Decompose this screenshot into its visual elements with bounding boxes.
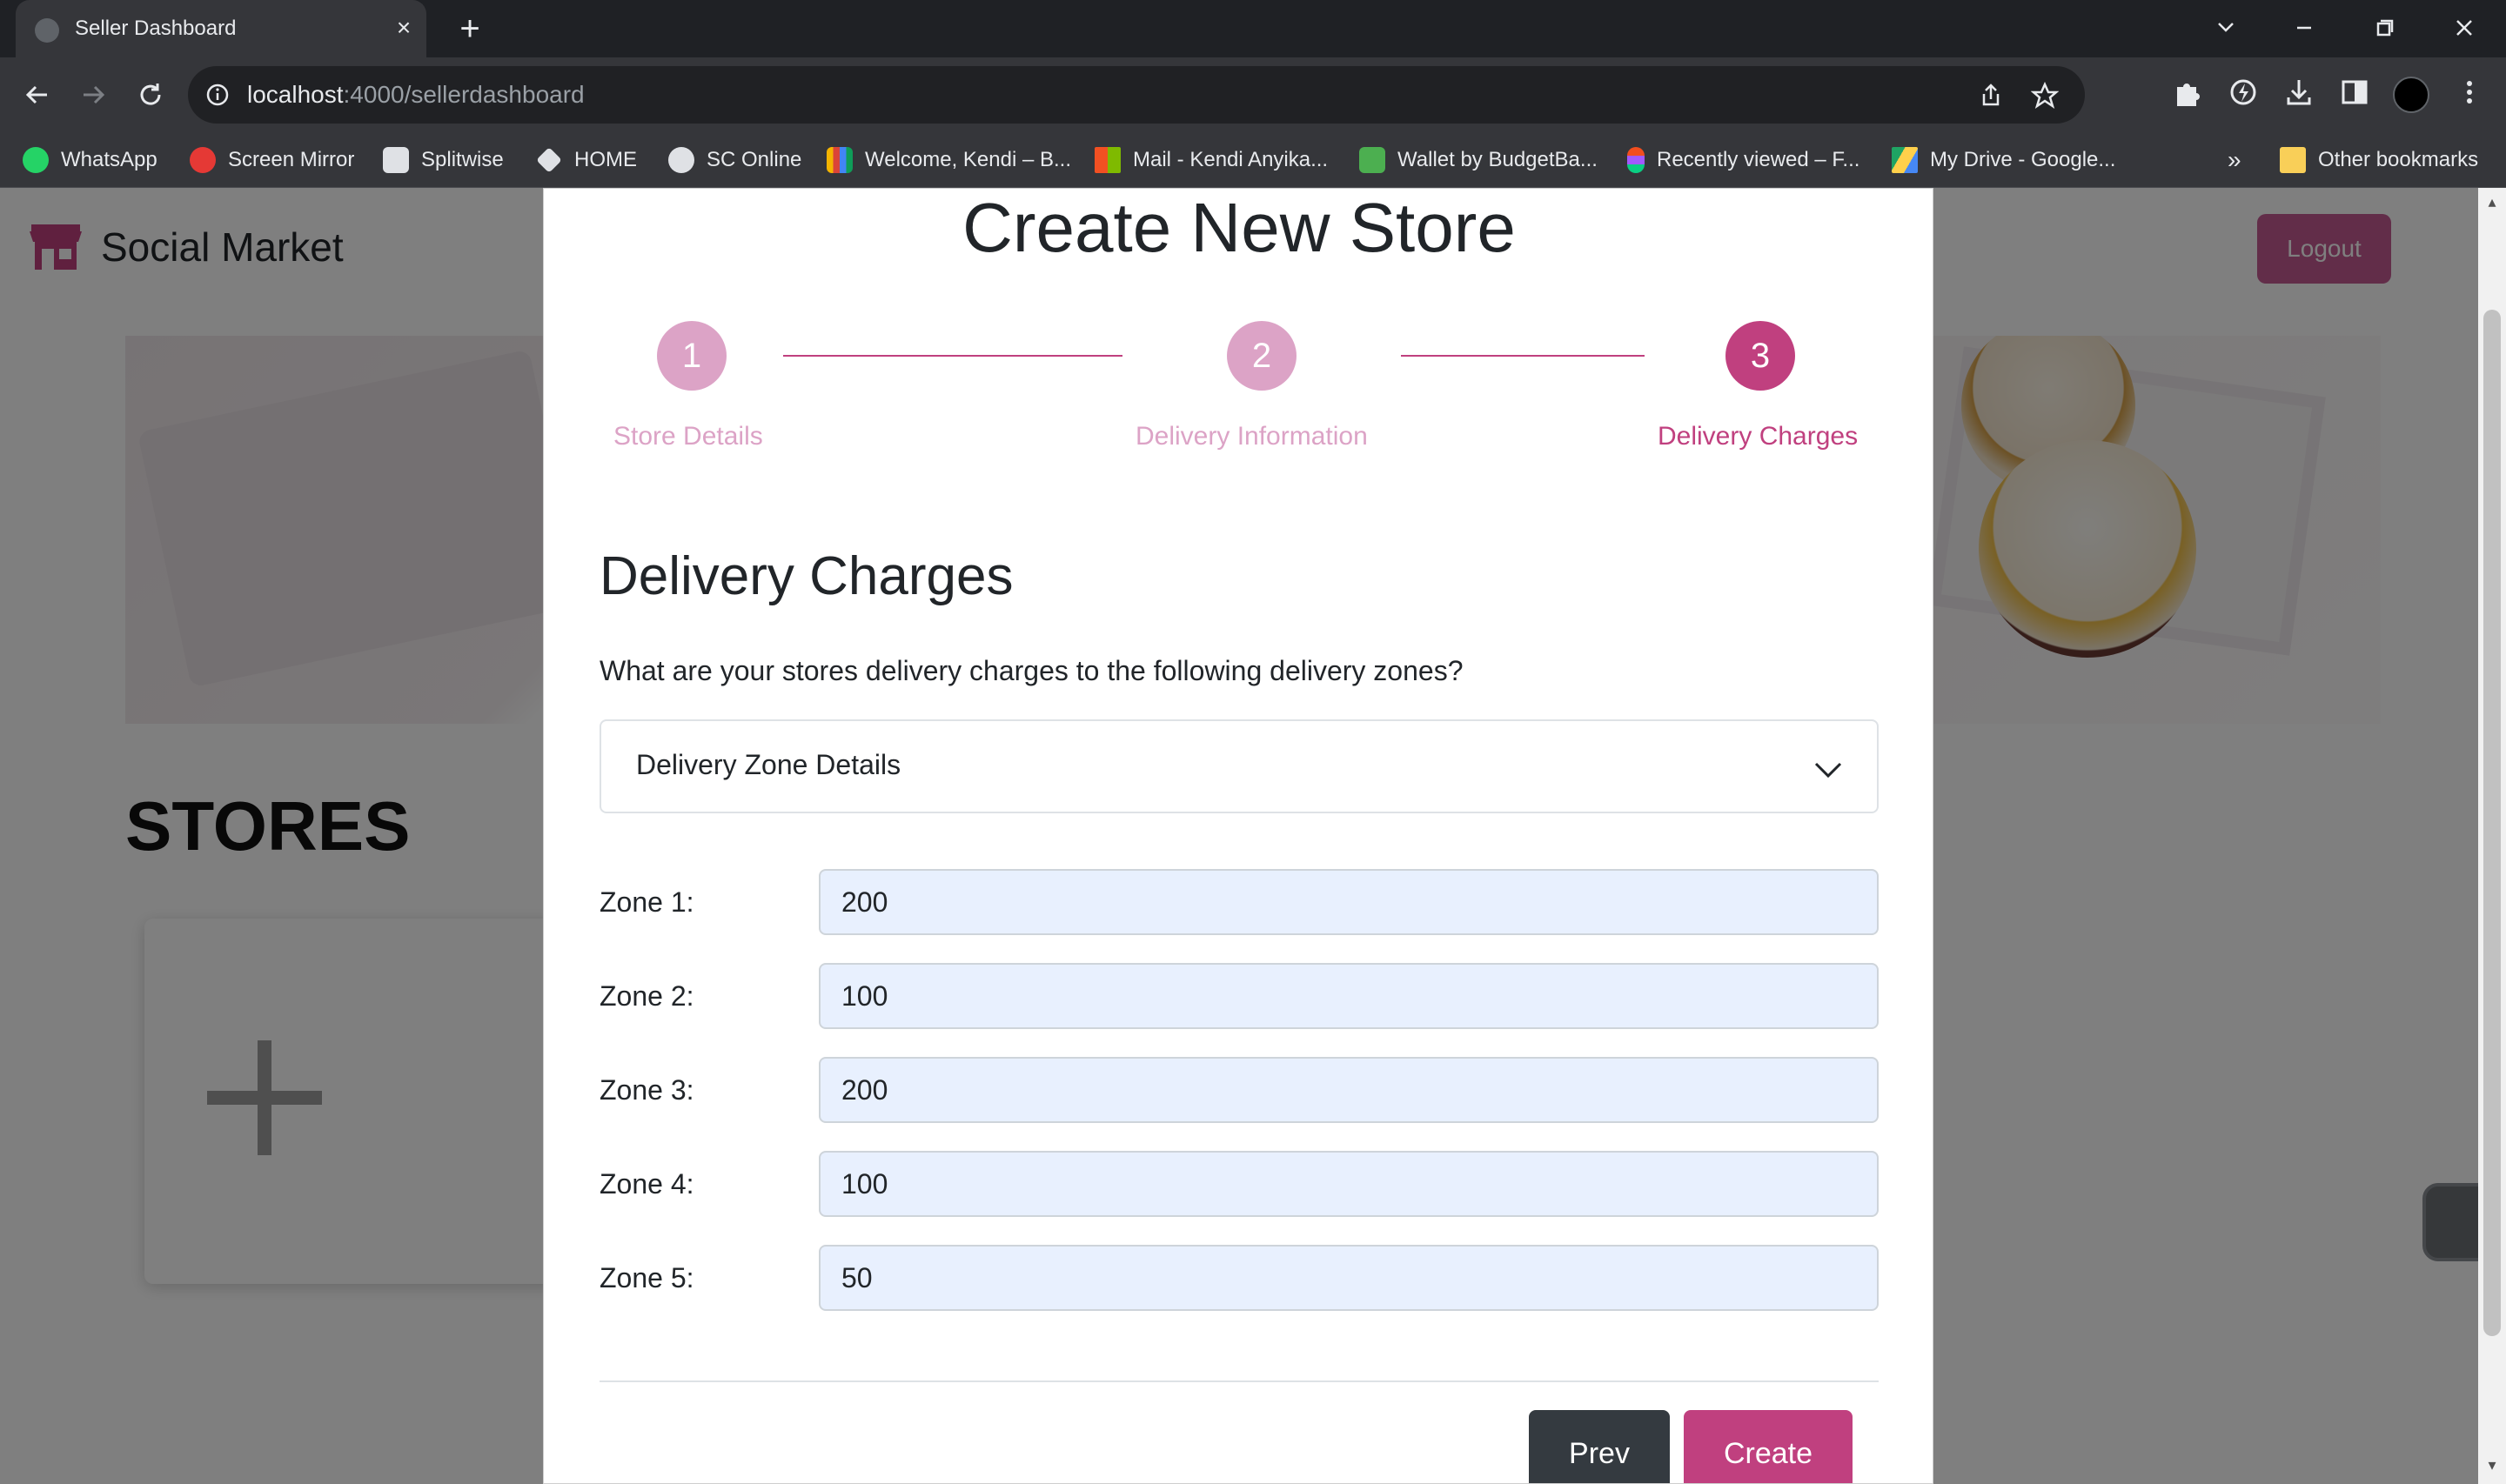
zone-4-charge-input[interactable] — [819, 1151, 1879, 1217]
chevron-down-icon — [1814, 762, 1842, 779]
address-bar[interactable]: localhost:4000/sellerdashboard — [188, 66, 2085, 124]
menu-kebab-icon[interactable] — [2452, 75, 2487, 110]
extensions-puzzle-icon[interactable] — [2170, 75, 2205, 110]
bookmark-welcome-kendi[interactable]: Welcome, Kendi – B... — [827, 144, 1071, 176]
step-2-indicator[interactable]: 2 — [1227, 321, 1297, 391]
bookmark-splitwise[interactable]: Splitwise — [383, 144, 504, 176]
zone-5-charge-input[interactable] — [819, 1245, 1879, 1311]
accordion-label: Delivery Zone Details — [636, 749, 901, 780]
zone-2-charge-input[interactable] — [819, 963, 1879, 1029]
bar-chart-icon — [827, 147, 853, 173]
home-icon — [536, 147, 562, 173]
tab-strip: Seller Dashboard × + — [0, 0, 2506, 57]
folder-icon — [2280, 147, 2306, 173]
section-title: Delivery Charges — [600, 546, 1014, 606]
step-1-label: Store Details — [613, 422, 763, 451]
browser-tab[interactable]: Seller Dashboard × — [16, 0, 426, 57]
extension-icon[interactable] — [2226, 75, 2261, 110]
zone-5-label: Zone 5: — [600, 1262, 694, 1293]
page-scrollbar[interactable]: ▴ ▾ — [2478, 188, 2506, 1484]
zone-1-label: Zone 1: — [600, 886, 694, 918]
bookmark-sc-online[interactable]: SC Online — [668, 144, 801, 176]
new-tab-icon[interactable]: + — [452, 11, 487, 47]
globe-icon — [668, 147, 694, 173]
step-2-label: Delivery Information — [1136, 422, 1368, 451]
delivery-zone-details-accordion[interactable]: Delivery Zone Details — [600, 719, 1879, 813]
zone-1-charge-input[interactable] — [819, 869, 1879, 935]
footer-divider — [600, 1380, 1879, 1382]
scroll-thumb[interactable] — [2483, 310, 2501, 1336]
tab-search-icon[interactable] — [2201, 9, 2250, 47]
bookmark-wallet[interactable]: Wallet by BudgetBa... — [1359, 144, 1598, 176]
side-panel-icon[interactable] — [2337, 75, 2372, 110]
url-text: localhost:4000/sellerdashboard — [247, 81, 585, 108]
microsoft-icon — [1095, 147, 1121, 173]
bookmark-star-icon[interactable] — [2031, 82, 2059, 110]
bookmark-google-drive[interactable]: My Drive - Google... — [1892, 144, 2115, 176]
wallet-icon — [1359, 147, 1385, 173]
scroll-up-icon[interactable]: ▴ — [2485, 194, 2499, 210]
step-connector — [1401, 355, 1645, 357]
restore-icon[interactable] — [2360, 9, 2409, 47]
zone-4-label: Zone 4: — [600, 1168, 694, 1200]
create-store-modal: Create New Store 1 2 3 Store Details Del… — [543, 188, 1933, 1484]
google-drive-icon — [1892, 147, 1918, 173]
forward-icon[interactable] — [73, 75, 113, 115]
close-window-icon[interactable] — [2440, 9, 2489, 47]
share-icon[interactable] — [1977, 82, 2005, 110]
figma-icon — [1627, 147, 1645, 173]
zone-2-label: Zone 2: — [600, 980, 694, 1012]
tab-close-icon[interactable]: × — [390, 14, 418, 42]
tab-title: Seller Dashboard — [75, 17, 237, 40]
bookmark-other[interactable]: Other bookmarks — [2280, 144, 2478, 176]
screen-mirror-icon — [190, 147, 216, 173]
download-icon[interactable] — [2282, 75, 2316, 110]
bookmark-screen-mirror[interactable]: Screen Mirror — [190, 144, 354, 176]
bookmarks-bar: WhatsApp Screen Mirror Splitwise HOME SC… — [0, 132, 2506, 188]
modal-title: Create New Store — [962, 189, 1516, 266]
scroll-down-icon[interactable]: ▾ — [2485, 1457, 2499, 1473]
bookmark-figma[interactable]: Recently viewed – F... — [1627, 144, 1859, 176]
globe-icon — [35, 18, 59, 43]
bookmark-mail[interactable]: Mail - Kendi Anyika... — [1095, 144, 1328, 176]
bookmark-home[interactable]: HOME — [536, 144, 637, 176]
reload-icon[interactable] — [131, 75, 171, 115]
whatsapp-icon — [23, 147, 49, 173]
bookmark-whatsapp[interactable]: WhatsApp — [23, 144, 157, 176]
step-connector — [783, 355, 1122, 357]
bookmarks-overflow-icon[interactable]: » — [2228, 144, 2241, 176]
step-1-indicator[interactable]: 1 — [657, 321, 727, 391]
step-3-indicator[interactable]: 3 — [1725, 321, 1795, 391]
profile-avatar[interactable] — [2393, 77, 2429, 113]
section-question: What are your stores delivery charges to… — [600, 655, 1464, 686]
prev-button[interactable]: Prev — [1529, 1410, 1670, 1483]
create-button[interactable]: Create — [1684, 1410, 1853, 1483]
back-icon[interactable] — [17, 75, 57, 115]
minimize-icon[interactable] — [2280, 9, 2328, 47]
step-3-label: Delivery Charges — [1658, 422, 1859, 451]
zone-3-charge-input[interactable] — [819, 1057, 1879, 1123]
site-info-icon[interactable] — [205, 83, 230, 107]
splitwise-icon — [383, 147, 409, 173]
zone-3-label: Zone 3: — [600, 1074, 694, 1106]
browser-toolbar: localhost:4000/sellerdashboard — [0, 57, 2506, 132]
